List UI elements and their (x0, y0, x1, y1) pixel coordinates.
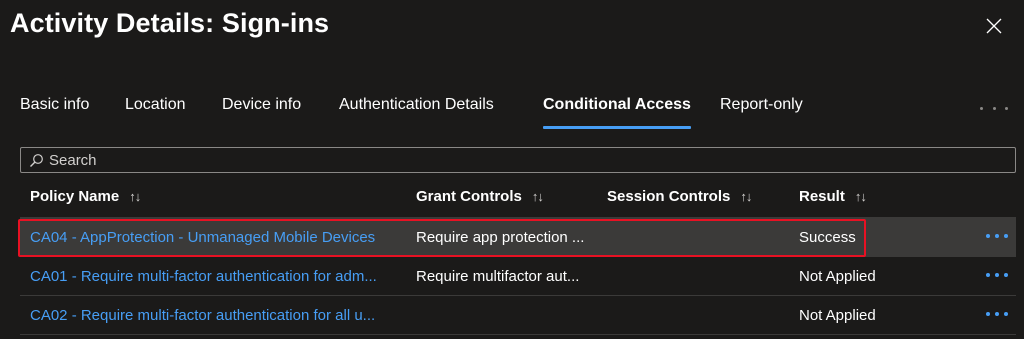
search-input[interactable] (47, 148, 1015, 172)
row-more-button[interactable] (986, 271, 1008, 279)
search-icon (25, 148, 47, 172)
policy-name-link[interactable]: CA01 - Require multi-factor authenticati… (30, 268, 405, 285)
grant-controls-cell: Require multifactor aut... (416, 268, 580, 285)
result-cell: Not Applied (799, 307, 876, 324)
tab-location[interactable]: Location (125, 96, 186, 130)
close-icon (986, 18, 1002, 34)
result-cell: Not Applied (799, 268, 876, 285)
more-tabs-button[interactable] (980, 100, 1008, 116)
tab-authentication-details[interactable]: Authentication Details (339, 96, 494, 130)
grant-controls-cell: Require app protection ... (416, 229, 585, 246)
tab-report-only[interactable]: Report-only (720, 96, 803, 130)
more-horizontal-icon (986, 273, 990, 277)
tab-device-info[interactable]: Device info (222, 96, 301, 130)
table-row[interactable]: CA04 - AppProtection - Unmanaged Mobile … (20, 218, 1016, 257)
tab-basic-info[interactable]: Basic info (20, 96, 89, 130)
sort-arrows-icon: ↑↓ (854, 189, 867, 204)
column-header-grant-controls[interactable]: Grant Controls ↑↓ (416, 188, 544, 205)
column-header-result[interactable]: Result ↑↓ (799, 188, 867, 205)
conditional-access-table: Policy Name ↑↓ Grant Controls ↑↓ Session… (20, 180, 1016, 335)
panel-title: Activity Details: Sign-ins (10, 8, 330, 38)
column-header-session-controls[interactable]: Session Controls ↑↓ (607, 188, 752, 205)
close-button[interactable] (980, 12, 1008, 40)
tab-conditional-access[interactable]: Conditional Access (543, 96, 691, 130)
search-box (20, 147, 1016, 173)
column-header-policy-name[interactable]: Policy Name ↑↓ (30, 188, 141, 205)
sign-in-activity-details-panel: Activity Details: Sign-ins Basic info Lo… (0, 0, 1024, 339)
tab-bar: Basic info Location Device info Authenti… (0, 96, 1024, 132)
more-horizontal-icon (980, 106, 983, 110)
table-row[interactable]: CA02 - Require multi-factor authenticati… (20, 296, 1016, 335)
result-cell: Success (799, 229, 856, 246)
sort-arrows-icon: ↑↓ (740, 189, 752, 204)
row-more-button[interactable] (986, 232, 1008, 240)
sort-arrows-icon: ↑↓ (129, 189, 141, 204)
more-horizontal-icon (986, 312, 990, 316)
table-header: Policy Name ↑↓ Grant Controls ↑↓ Session… (20, 180, 1016, 218)
table-row[interactable]: CA01 - Require multi-factor authenticati… (20, 257, 1016, 296)
policy-name-link[interactable]: CA04 - AppProtection - Unmanaged Mobile … (30, 229, 405, 246)
more-horizontal-icon (986, 234, 990, 238)
policy-name-link[interactable]: CA02 - Require multi-factor authenticati… (30, 307, 405, 324)
row-more-button[interactable] (986, 310, 1008, 318)
sort-arrows-icon: ↑↓ (531, 189, 544, 204)
